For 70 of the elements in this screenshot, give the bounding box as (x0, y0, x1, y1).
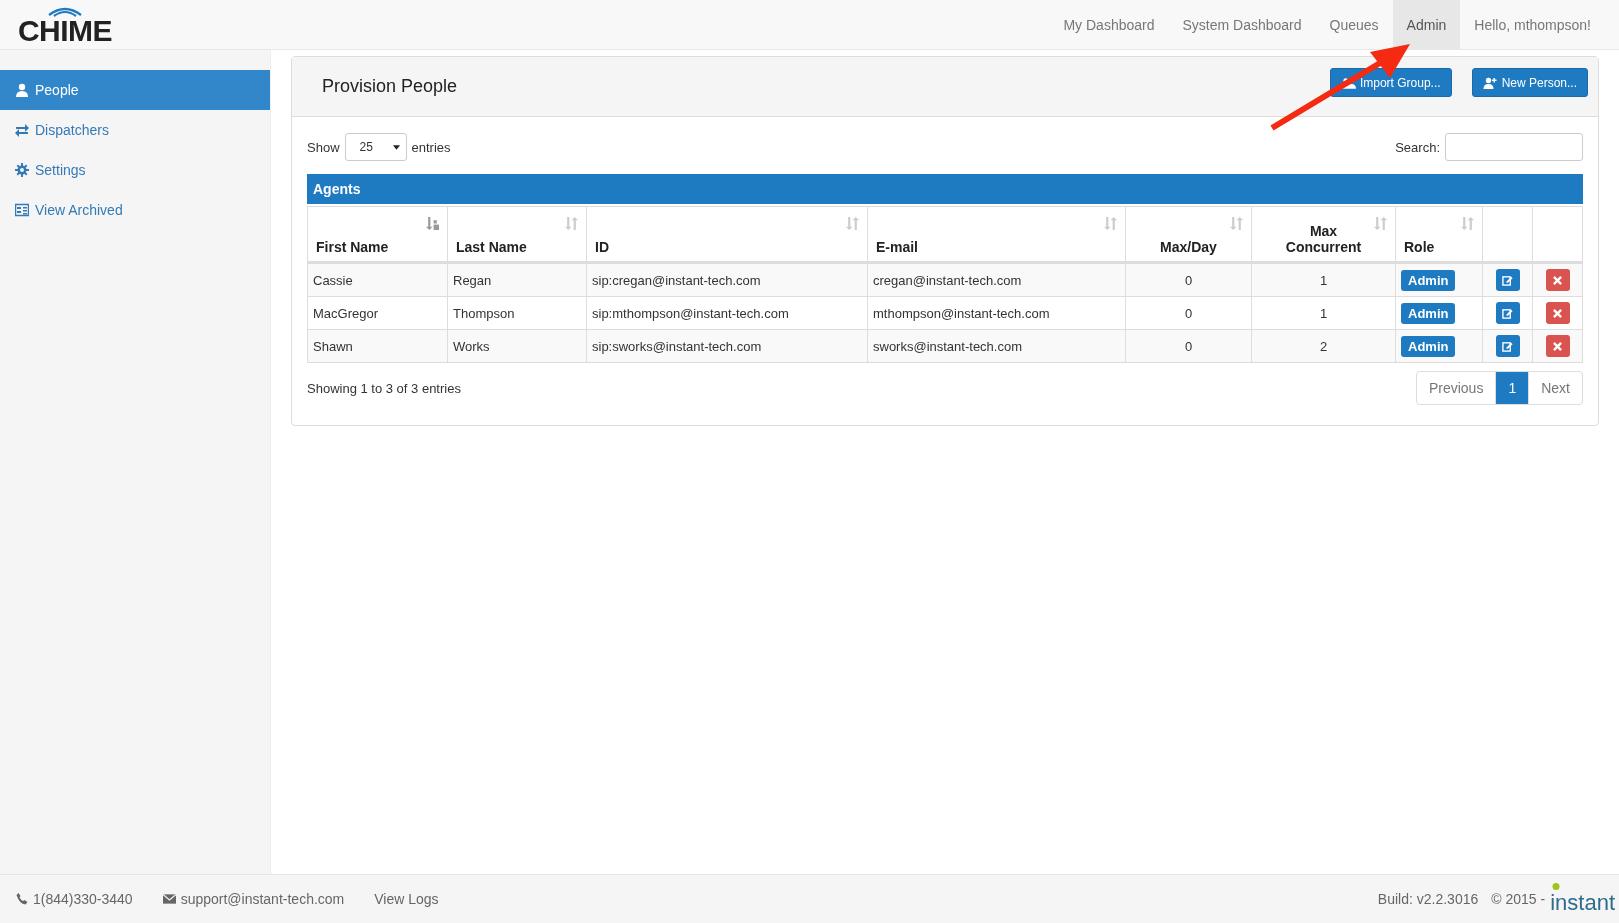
nav-link[interactable]: My Dashboard (1049, 0, 1169, 49)
panel-title: Provision People (322, 76, 458, 97)
table-cell: Shawn (307, 329, 448, 363)
delete-button[interactable] (1545, 269, 1570, 291)
delete-button[interactable] (1545, 335, 1570, 357)
support-email-link[interactable]: support@instant-tech.com (180, 891, 345, 907)
table-cell: MacGregor (307, 296, 448, 330)
table-cell: 0 (1125, 329, 1252, 363)
phone-number: 1(844)330-3440 (33, 891, 133, 907)
table-cell: 2 (1251, 329, 1396, 363)
table-cell: cregan@instant-tech.com (867, 262, 1126, 297)
person-icon (15, 83, 29, 97)
edit-button[interactable] (1495, 269, 1520, 291)
pagination-button[interactable]: Previous (1416, 372, 1496, 404)
edit-button[interactable] (1495, 302, 1520, 324)
sidebar-item[interactable]: Dispatchers (0, 110, 270, 150)
sidebar-item[interactable]: People (0, 70, 270, 110)
role-button[interactable]: Admin (1401, 269, 1456, 291)
nav-link[interactable]: System Dashboard (1168, 0, 1316, 49)
table-cell: 1 (1251, 262, 1396, 297)
group-icon (1340, 76, 1356, 89)
caret-icon (392, 144, 400, 150)
show-label: Show (307, 139, 340, 155)
table-cell: sworks@instant-tech.com (867, 329, 1126, 363)
table-cell: Cassie (307, 262, 448, 297)
close-icon (1553, 275, 1562, 285)
archive-icon (15, 203, 29, 217)
sidebar-item[interactable]: View Archived (0, 190, 270, 230)
search-field[interactable] (1445, 133, 1583, 161)
pagination-button[interactable]: Next (1528, 372, 1582, 404)
swap-arrows-icon (15, 123, 29, 137)
edit-button[interactable] (1495, 335, 1520, 357)
view-logs-link[interactable]: View Logs (374, 891, 439, 907)
build-version: Build: v2.2.3016 (1377, 891, 1479, 907)
table-cell: sip:sworks@instant-tech.com (586, 329, 868, 363)
phone-icon (15, 893, 28, 905)
close-icon (1553, 308, 1562, 318)
copyright: © 2015 - (1491, 891, 1546, 907)
toolbar-button[interactable]: New Person... (1471, 68, 1588, 97)
search-label: Search: (1395, 139, 1440, 155)
envelope-icon (162, 893, 176, 905)
table-caption: Agents (307, 174, 1583, 204)
instant-logo: instant (1550, 882, 1615, 916)
edit-icon (1502, 340, 1513, 352)
sidebar-item[interactable]: Settings (0, 150, 270, 190)
table-cell: Works (447, 329, 587, 363)
role-button[interactable]: Admin (1401, 302, 1456, 324)
close-icon (1553, 341, 1562, 351)
table-cell: 0 (1125, 296, 1252, 330)
chime-logo[interactable]: CHIME (16, 0, 114, 49)
nav-link[interactable]: Hello, mthompson! (1460, 0, 1605, 49)
role-button[interactable]: Admin (1401, 335, 1456, 357)
table-cell: sip:cregan@instant-tech.com (586, 262, 868, 297)
settings-icon (15, 163, 29, 177)
table-cell: sip:mthompson@instant-tech.com (586, 296, 868, 330)
entries-dropdown[interactable]: 25 (344, 133, 407, 161)
table-cell: mthompson@instant-tech.com (867, 296, 1126, 330)
table-cell: Thompson (447, 296, 587, 330)
nav-link[interactable]: Admin (1392, 0, 1461, 49)
table-info: Showing 1 to 3 of 3 entries (307, 380, 461, 396)
nav-link[interactable]: Queues (1315, 0, 1393, 49)
table-cell: Regan (447, 262, 587, 297)
edit-icon (1502, 307, 1513, 319)
table-cell: 1 (1251, 296, 1396, 330)
table-cell: 0 (1125, 262, 1252, 297)
delete-button[interactable] (1545, 302, 1570, 324)
entries-label: entries (411, 139, 451, 155)
pagination-button[interactable]: 1 (1495, 372, 1529, 404)
edit-icon (1502, 274, 1513, 286)
add-person-icon (1482, 76, 1498, 89)
